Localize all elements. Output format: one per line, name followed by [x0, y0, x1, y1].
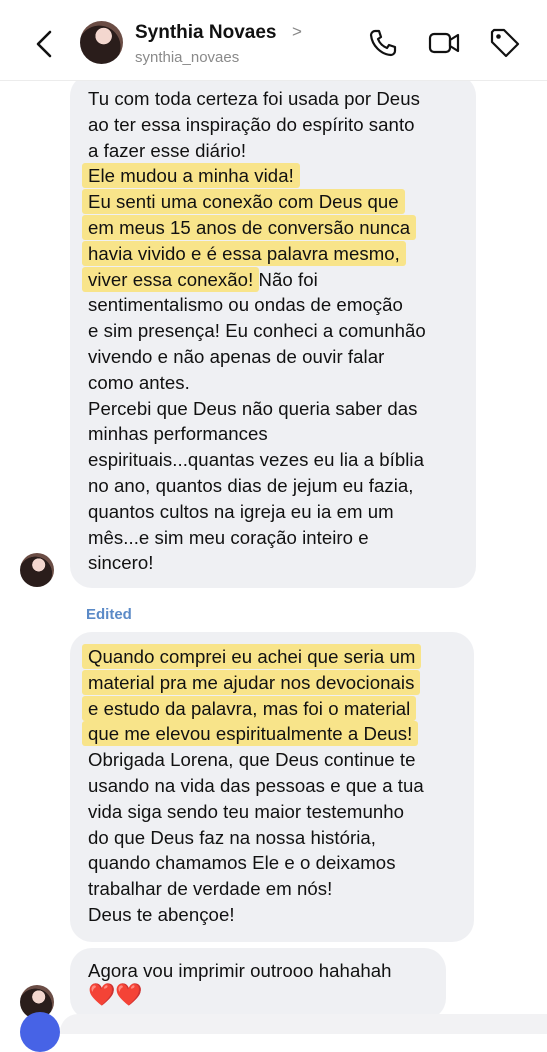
message-text-segment: Tu com toda certeza foi usada por Deus a… — [88, 88, 420, 161]
message-text-segment: Obrigada Lorena, que Deus continue te us… — [88, 749, 424, 925]
tag-icon[interactable] — [488, 26, 522, 60]
message-text: Tu com toda certeza foi usada por Deus a… — [82, 86, 426, 576]
message-text-segment: Agora vou imprimir outrooo hahahah — [88, 960, 392, 981]
edited-label: Edited — [86, 606, 132, 623]
message-text: Agora vou imprimir outrooo hahahah — [88, 958, 392, 984]
back-icon[interactable] — [30, 26, 62, 62]
highlighted-text: Quando comprei eu achei que seria um mat… — [82, 644, 422, 747]
contact-name[interactable]: Synthia Novaes — [135, 22, 277, 44]
message-bubble[interactable]: Quando comprei eu achei que seria um mat… — [70, 632, 474, 942]
highlighted-text: Eu senti uma conexão com Deus que em meu… — [82, 189, 417, 292]
message-composer[interactable] — [60, 1014, 547, 1034]
message-bubble[interactable]: Tu com toda certeza foi usada por Deus a… — [70, 74, 476, 588]
chevron-right-icon[interactable]: > — [292, 22, 302, 42]
sender-avatar[interactable] — [20, 553, 54, 587]
contact-avatar[interactable] — [80, 21, 123, 64]
heart-emojis: ❤️❤️ — [88, 982, 143, 1007]
video-icon[interactable] — [427, 26, 461, 60]
chat-header: Synthia Novaes > synthia_novaes — [0, 0, 547, 81]
camera-button[interactable] — [20, 1012, 60, 1052]
phone-icon[interactable] — [366, 26, 400, 60]
highlighted-text: Ele mudou a minha vida! — [82, 163, 300, 189]
message-bubble[interactable]: Agora vou imprimir outrooo hahahah ❤️❤️ — [70, 948, 446, 1020]
contact-handle: synthia_novaes — [135, 49, 240, 66]
message-text: Quando comprei eu achei que seria um mat… — [82, 644, 424, 928]
message-text-segment: Não foi sentimentalismo ou ondas de emoç… — [88, 268, 426, 574]
